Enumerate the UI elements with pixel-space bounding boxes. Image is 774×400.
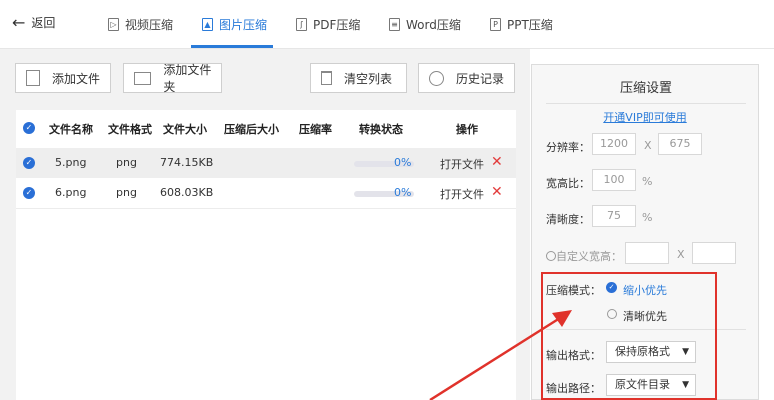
- annotation-arrow-icon: [429, 310, 572, 400]
